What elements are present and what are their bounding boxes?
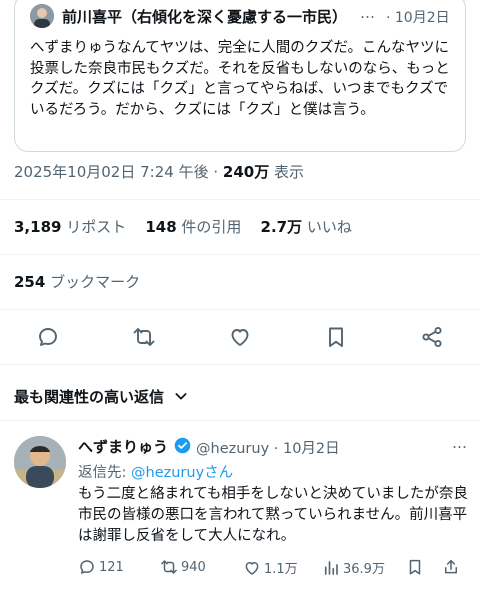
share-icon — [445, 559, 457, 574]
reposts-stat[interactable]: 3,189 リポスト — [14, 218, 126, 236]
replies-sort-label: 最も関連性の高い返信 — [14, 388, 165, 406]
reply-replies-count: 121 — [99, 559, 124, 575]
reply-repost-button[interactable]: 940 — [160, 558, 206, 576]
reply-views-count: 36.9万 — [343, 562, 385, 577]
reply-author-name[interactable]: へずまりゅう — [78, 436, 168, 457]
reply-icon[interactable] — [36, 325, 60, 349]
divider — [0, 420, 480, 421]
reply-handle-date[interactable]: @hezuruy · 10月2日 — [196, 437, 340, 458]
reply-repost-count: 940 — [181, 559, 206, 575]
reply-to-handle[interactable]: @hezuruyさん — [131, 465, 233, 481]
reply-bookmark-button[interactable] — [406, 558, 427, 576]
divider — [0, 254, 480, 255]
repost-icon — [161, 560, 177, 574]
reply-body: もう二度と絡まれても相手をしないと決めていましたが奈良市民の皆様の悪口を言われて… — [78, 486, 468, 544]
reply-share-button[interactable] — [442, 558, 463, 576]
post-timestamp-line: 2025年10月02日 7:24 午後 · 240万 表示 — [14, 161, 304, 182]
reply-replies-button[interactable]: 121 — [78, 558, 124, 576]
bookmarks-stat[interactable]: 254 ブックマーク — [14, 271, 140, 292]
reply-views-button[interactable]: 36.9万 — [322, 558, 385, 577]
like-icon — [245, 561, 259, 575]
views-count: 240万 — [222, 163, 270, 181]
quoted-author-name[interactable]: 前川喜平（右傾化を深く憂慮する一市民） — [62, 6, 347, 27]
likes-stat[interactable]: 2.7万 いいね — [261, 218, 352, 236]
bookmark-icon[interactable] — [324, 325, 348, 349]
replies-sort-dropdown[interactable]: 最も関連性の高い返信 — [14, 386, 189, 407]
divider — [0, 364, 480, 365]
reply-more-icon[interactable]: … — [452, 434, 468, 452]
divider — [0, 199, 480, 200]
post-timestamp[interactable]: 2025年10月02日 7:24 午後 · — [14, 163, 218, 181]
quotes-stat[interactable]: 148 件の引用 — [145, 218, 241, 236]
divider — [0, 309, 480, 310]
reply-to-line: 返信先: @hezuruyさん — [78, 465, 234, 481]
share-icon[interactable] — [420, 325, 444, 349]
views-chart-icon — [324, 560, 338, 575]
chevron-down-icon — [175, 393, 187, 400]
reply-icon — [80, 560, 94, 574]
verified-badge-icon — [174, 437, 191, 454]
quoted-post-date[interactable]: · 10月2日 — [386, 7, 450, 27]
repost-icon[interactable] — [132, 325, 156, 349]
views-label: 表示 — [273, 163, 304, 181]
like-icon[interactable] — [228, 325, 252, 349]
quoted-post-body: へずまりゅうなんてヤツは、完全に人間のクズだ。こんなヤツに投票した奈良市民もクズ… — [30, 40, 450, 118]
reply-like-button[interactable]: 1.1万 — [243, 558, 298, 577]
bookmark-icon — [409, 559, 421, 575]
engagement-stats: 3,189 リポスト 148 件の引用 2.7万 いいね — [14, 216, 352, 237]
quoted-author-avatar[interactable] — [30, 4, 54, 28]
quoted-more-icon[interactable]: … — [360, 4, 376, 22]
reply-author-avatar[interactable] — [14, 436, 66, 488]
reply-like-count: 1.1万 — [264, 562, 298, 577]
